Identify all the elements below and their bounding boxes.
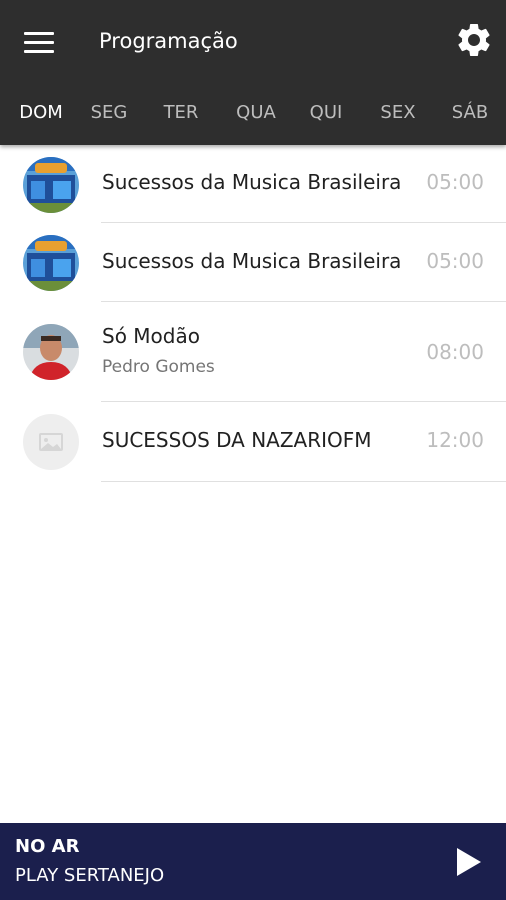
image-placeholder-icon xyxy=(23,414,79,470)
program-time: 05:00 xyxy=(426,170,484,194)
play-icon[interactable] xyxy=(449,842,489,882)
program-title: Só Modão xyxy=(102,324,200,348)
tab-seg[interactable]: SEG xyxy=(80,90,138,136)
on-air-label: NO AR xyxy=(15,836,80,857)
gear-icon[interactable] xyxy=(454,20,494,60)
day-tabs: DOM SEG TER QUA QUI SEX SÁB xyxy=(0,90,506,136)
program-host: Pedro Gomes xyxy=(102,357,215,377)
program-title: SUCESSOS DA NAZARIOFM xyxy=(102,428,372,452)
host-photo xyxy=(23,324,79,380)
list-item[interactable]: Só Modão Pedro Gomes 08:00 xyxy=(0,302,506,402)
tab-qua[interactable]: QUA xyxy=(225,90,287,136)
program-time: 05:00 xyxy=(426,249,484,273)
tab-sex[interactable]: SEX xyxy=(368,90,428,136)
list-item[interactable]: SUCESSOS DA NAZARIOFM 12:00 xyxy=(0,402,506,482)
app-bar: Programação DOM SEG TER QUA QUI SEX SÁB xyxy=(0,0,506,145)
tab-dom[interactable]: DOM xyxy=(10,90,72,136)
station-photo xyxy=(23,235,79,291)
tab-qui[interactable]: QUI xyxy=(297,90,355,136)
divider xyxy=(101,481,506,482)
tab-ter[interactable]: TER xyxy=(152,90,210,136)
program-time: 08:00 xyxy=(426,340,484,364)
station-photo xyxy=(23,157,79,213)
program-title: Sucessos da Musica Brasileira xyxy=(102,170,402,194)
page-title: Programação xyxy=(99,29,238,53)
tab-sab[interactable]: SÁB xyxy=(440,90,500,136)
now-playing-bar[interactable]: NO AR PLAY SERTANEJO xyxy=(0,823,506,900)
program-title: Sucessos da Musica Brasileira xyxy=(102,249,402,273)
program-time: 12:00 xyxy=(426,428,484,452)
hamburger-menu-icon[interactable] xyxy=(22,26,58,58)
list-item[interactable]: Sucessos da Musica Brasileira 05:00 xyxy=(0,223,506,302)
list-item[interactable]: Sucessos da Musica Brasileira 05:00 xyxy=(0,145,506,223)
station-name: PLAY SERTANEJO xyxy=(15,865,165,886)
